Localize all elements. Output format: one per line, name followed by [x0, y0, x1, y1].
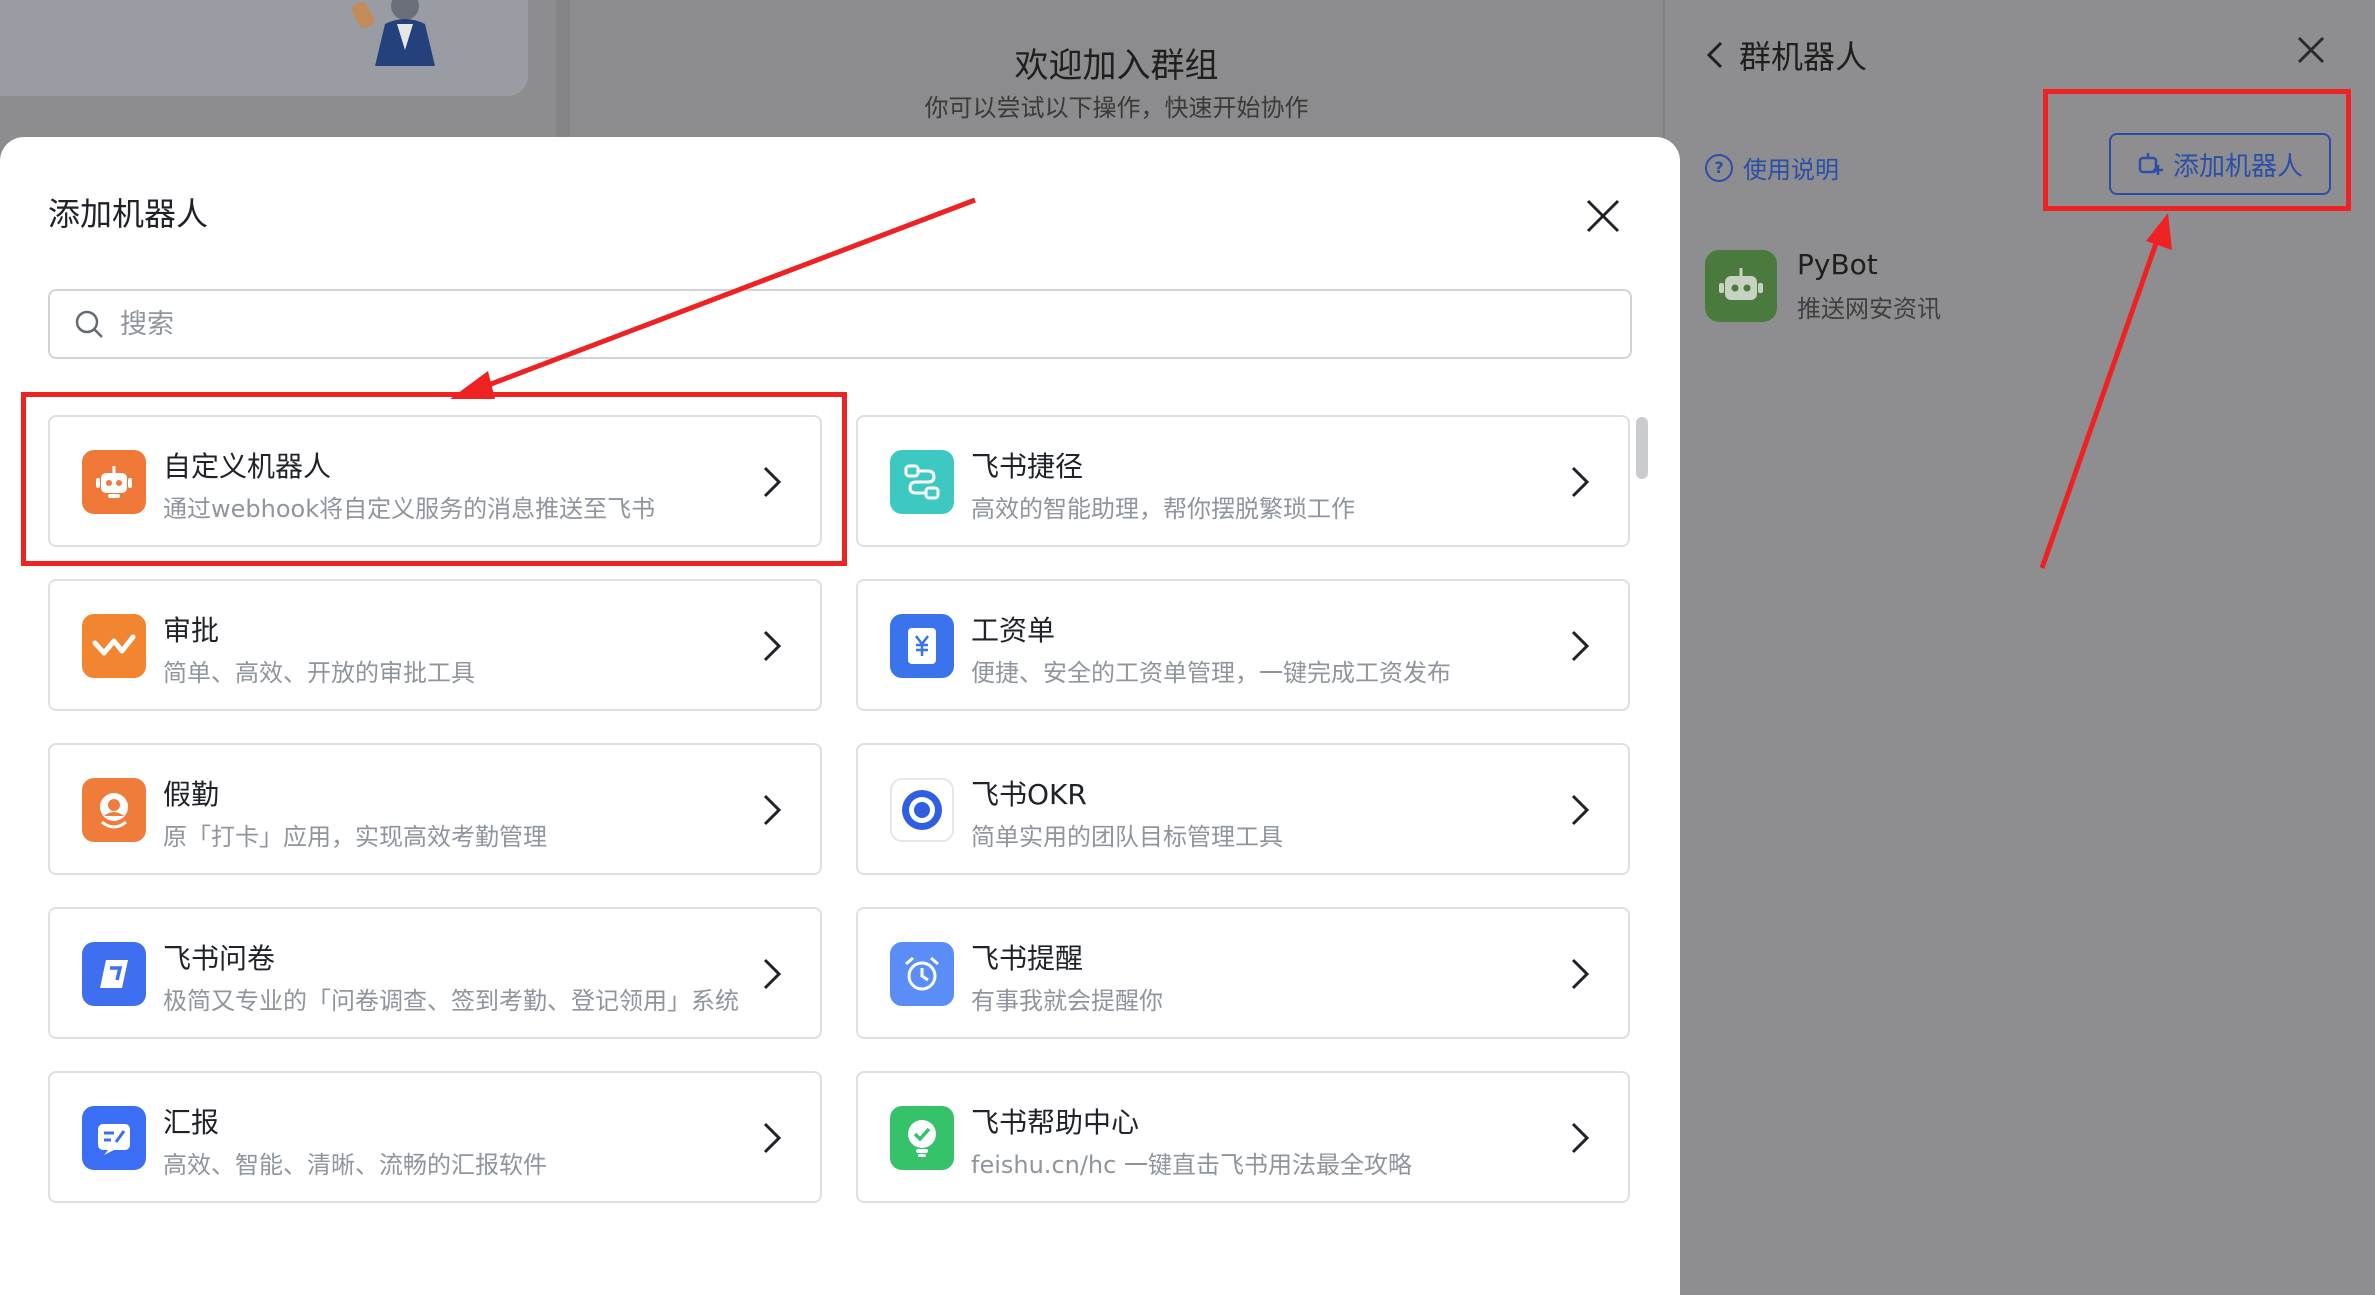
background-divider: [556, 0, 570, 140]
chevron-right-icon: [763, 1122, 782, 1154]
bot-card-payroll[interactable]: 工资单 便捷、安全的工资单管理，一键完成工资发布: [856, 579, 1630, 711]
chevron-right-icon: [1571, 466, 1590, 498]
card-title: 工资单: [971, 614, 1056, 647]
card-title: 飞书帮助中心: [971, 1106, 1140, 1139]
approval-check-icon: [82, 614, 146, 678]
attendance-pin-icon: [82, 778, 146, 842]
help-label: 使用说明: [1743, 156, 1839, 184]
close-icon[interactable]: [2293, 32, 2329, 68]
card-title: 飞书问卷: [163, 942, 276, 975]
highlight-box-add-bot: [2043, 89, 2351, 211]
bot-card-survey[interactable]: 飞书问卷 极简又专业的「问卷调查、签到考勤、登记领用」系统: [48, 907, 822, 1039]
highlight-box-custom-bot: [21, 392, 847, 566]
chevron-right-icon: [763, 630, 782, 662]
card-description: 原「打卡」应用，实现高效考勤管理: [163, 823, 547, 851]
background-welcome: 欢迎加入群组 你可以尝试以下操作，快速开始协作: [570, 0, 1663, 140]
bot-card-okr[interactable]: 飞书OKR 简单实用的团队目标管理工具: [856, 743, 1630, 875]
card-description: 简单实用的团队目标管理工具: [971, 823, 1283, 851]
robot-icon: [1705, 250, 1777, 322]
card-description: feishu.cn/hc 一键直击飞书用法最全攻略: [971, 1151, 1412, 1179]
card-title: 飞书OKR: [971, 778, 1087, 811]
chevron-left-icon: [1706, 41, 1723, 69]
help-link[interactable]: ? 使用说明: [1705, 150, 1839, 185]
question-circle-icon: ?: [1705, 153, 1733, 182]
card-title: 审批: [163, 614, 220, 647]
card-title: 飞书捷径: [971, 450, 1084, 483]
card-description: 高效的智能助理，帮你摆脱繁琐工作: [971, 495, 1355, 523]
alarm-clock-icon: [890, 942, 954, 1006]
chevron-right-icon: [763, 958, 782, 990]
search-box[interactable]: [48, 289, 1632, 359]
shortcut-flow-icon: [890, 450, 954, 514]
panel-title: 群机器人: [1739, 38, 1868, 76]
back-button[interactable]: 群机器人: [1705, 32, 1867, 78]
report-icon: [82, 1106, 146, 1170]
chevron-right-icon: [1571, 794, 1590, 826]
welcome-title: 欢迎加入群组: [1014, 46, 1219, 86]
bot-card-attendance[interactable]: 假勤 原「打卡」应用，实现高效考勤管理: [48, 743, 822, 875]
close-icon[interactable]: [1584, 197, 1622, 235]
card-description: 简单、高效、开放的审批工具: [163, 659, 475, 687]
bot-card-report[interactable]: 汇报 高效、智能、清晰、流畅的汇报软件: [48, 1071, 822, 1203]
card-description: 有事我就会提醒你: [971, 987, 1163, 1015]
bot-list-item[interactable]: PyBot 推送网安资讯: [1705, 248, 1941, 324]
bot-card-shortcut[interactable]: 飞书捷径 高效的智能助理，帮你摆脱繁琐工作: [856, 415, 1630, 547]
chevron-right-icon: [1571, 958, 1590, 990]
illustration-person-icon: [351, 0, 435, 66]
card-description: 便捷、安全的工资单管理，一键完成工资发布: [971, 659, 1451, 687]
chevron-right-icon: [763, 794, 782, 826]
okr-target-icon: [890, 778, 954, 842]
welcome-subtitle: 你可以尝试以下操作，快速开始协作: [924, 94, 1309, 122]
bot-description: 推送网安资讯: [1797, 295, 1941, 323]
scrollbar-thumb[interactable]: [1636, 417, 1648, 479]
card-description: 极简又专业的「问卷调查、签到考勤、登记领用」系统: [163, 987, 739, 1015]
card-title: 飞书提醒: [971, 942, 1084, 975]
bot-card-reminder[interactable]: 飞书提醒 有事我就会提醒你: [856, 907, 1630, 1039]
chevron-right-icon: [1571, 630, 1590, 662]
payroll-yen-icon: [890, 614, 954, 678]
add-bot-dialog: 添加机器人 自定义机器人 通过webhook将自定义服务的消息推送至飞书 飞书捷…: [0, 137, 1680, 1295]
chevron-right-icon: [1571, 1122, 1590, 1154]
card-description: 高效、智能、清晰、流畅的汇报软件: [163, 1151, 547, 1179]
card-title: 汇报: [163, 1106, 220, 1139]
dialog-title: 添加机器人: [48, 195, 209, 233]
help-center-bulb-icon: [890, 1106, 954, 1170]
search-input[interactable]: [118, 307, 1522, 341]
bot-card-help-center[interactable]: 飞书帮助中心 feishu.cn/hc 一键直击飞书用法最全攻略: [856, 1071, 1630, 1203]
survey-icon: [82, 942, 146, 1006]
search-icon: [75, 310, 103, 338]
card-title: 假勤: [163, 778, 220, 811]
bot-card-approval[interactable]: 审批 简单、高效、开放的审批工具: [48, 579, 822, 711]
bot-name: PyBot: [1797, 248, 1878, 281]
